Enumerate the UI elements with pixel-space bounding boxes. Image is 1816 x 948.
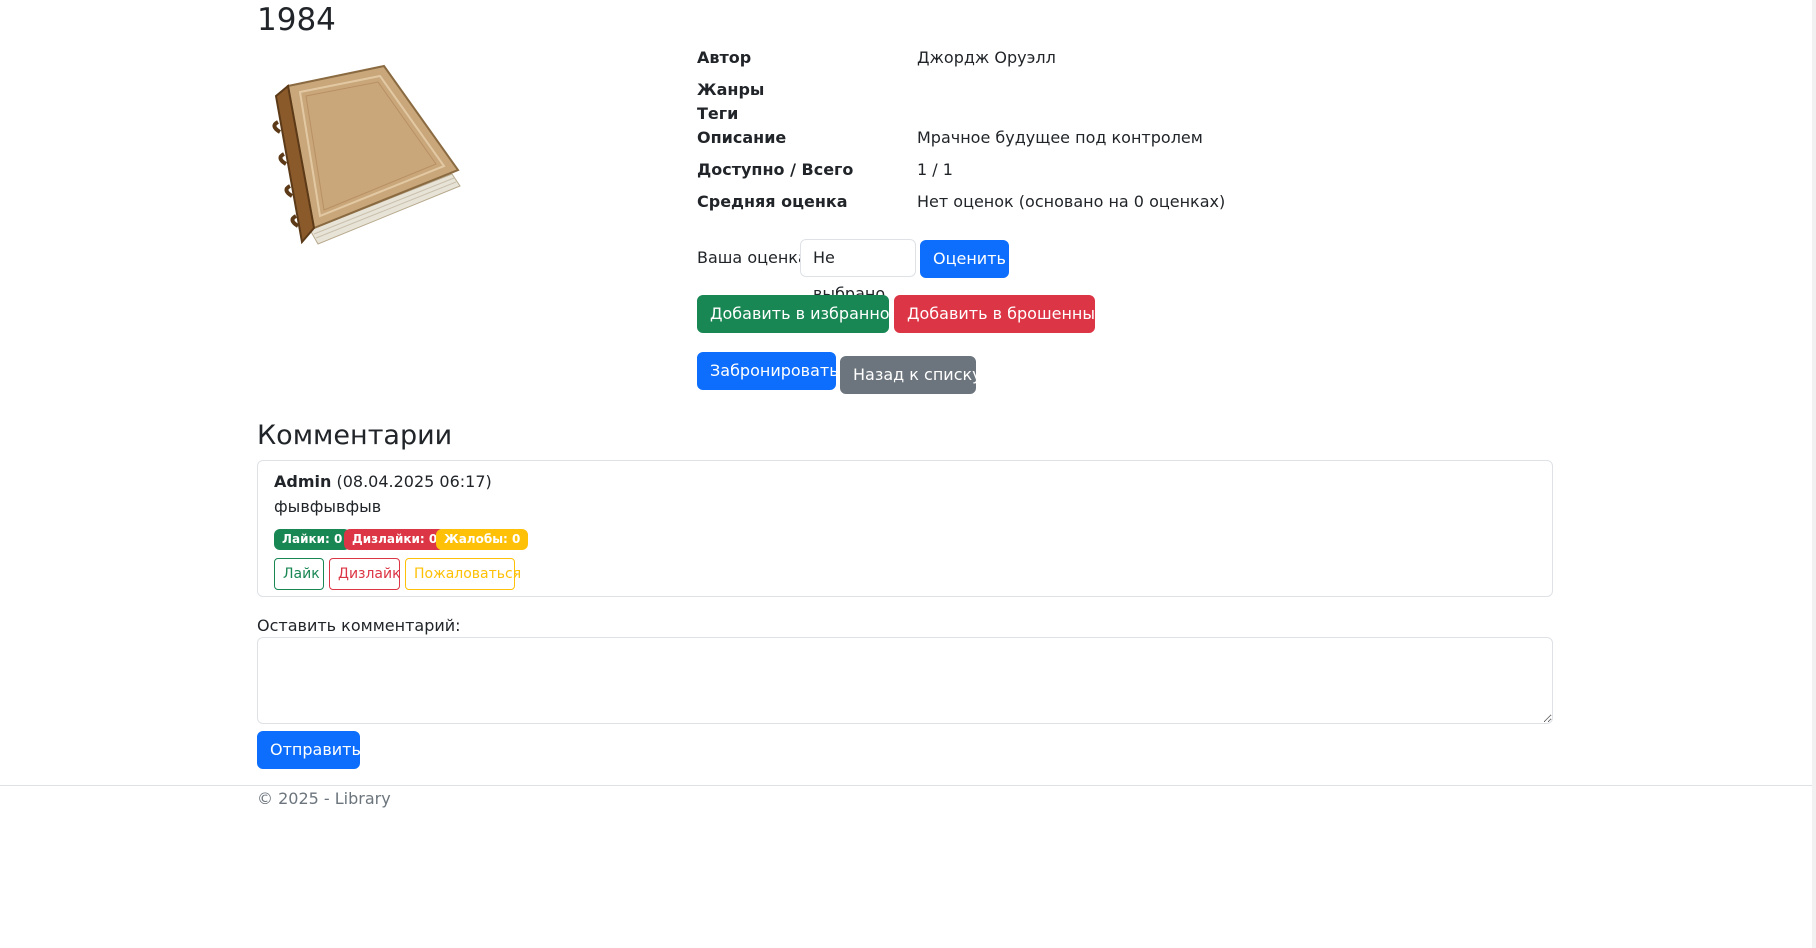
availability-label: Доступно / Всего bbox=[697, 160, 854, 179]
page-title: 1984 bbox=[257, 2, 336, 38]
add-favorite-button[interactable]: Добавить в избранное bbox=[697, 295, 899, 333]
footer-divider bbox=[0, 785, 1812, 786]
back-to-list-button[interactable]: Назад к списку bbox=[840, 356, 982, 394]
add-abandoned-button[interactable]: Добавить в брошенные bbox=[894, 295, 1105, 333]
likes-badge: Лайки: 0 bbox=[274, 529, 351, 550]
comment-textarea[interactable] bbox=[257, 637, 1553, 724]
author-label: Автор bbox=[697, 48, 752, 67]
availability-value: 1 / 1 bbox=[917, 160, 953, 179]
your-rating-label: Ваша оценка: bbox=[697, 248, 814, 267]
book-cover-icon bbox=[262, 62, 472, 247]
comment-card: Admin (08.04.2025 06:17) фывфывфыв Лайки… bbox=[257, 460, 1553, 597]
dislikes-badge: Дизлайки: 0 bbox=[344, 529, 446, 550]
footer-text: © 2025 - Library bbox=[257, 789, 391, 808]
description-value: Мрачное будущее под контролем bbox=[917, 128, 1203, 147]
comment-form-label: Оставить комментарий: bbox=[257, 616, 461, 635]
like-button[interactable]: Лайк bbox=[274, 558, 324, 590]
rating-value: Нет оценок (основано на 0 оценках) bbox=[917, 192, 1226, 211]
send-comment-button[interactable]: Отправить bbox=[257, 731, 361, 769]
reserve-button[interactable]: Забронировать bbox=[697, 352, 839, 390]
rating-select[interactable]: Не выбрано bbox=[800, 239, 916, 303]
comment-author: Admin bbox=[274, 472, 332, 491]
tags-label: Теги bbox=[697, 104, 739, 123]
complain-button[interactable]: Пожаловаться bbox=[405, 558, 521, 590]
comment-date: (08.04.2025 06:17) bbox=[336, 472, 492, 491]
page-scrollbar[interactable] bbox=[1812, 0, 1816, 948]
author-value: Джордж Оруэлл bbox=[917, 48, 1056, 67]
description-label: Описание bbox=[697, 128, 787, 147]
complaints-badge: Жалобы: 0 bbox=[436, 529, 529, 550]
dislike-button[interactable]: Дизлайк bbox=[329, 558, 401, 590]
comments-heading: Комментарии bbox=[257, 420, 453, 451]
comment-header: Admin (08.04.2025 06:17) bbox=[274, 471, 492, 493]
comment-text: фывфывфыв bbox=[274, 497, 382, 516]
rate-button[interactable]: Оценить bbox=[920, 240, 1009, 278]
rating-label: Средняя оценка bbox=[697, 192, 848, 211]
genres-label: Жанры bbox=[697, 80, 765, 99]
